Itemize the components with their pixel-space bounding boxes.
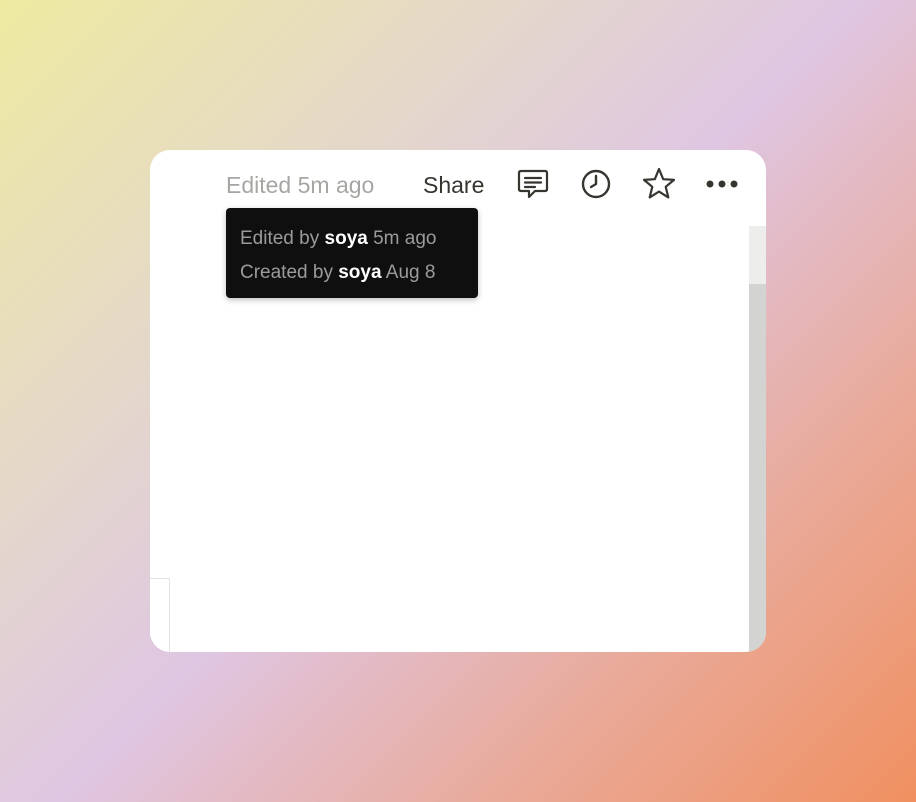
- share-button[interactable]: Share: [423, 172, 484, 199]
- edited-by-user: soya: [324, 228, 368, 249]
- updates-button[interactable]: [576, 164, 616, 204]
- edited-timestamp[interactable]: Edited 5m ago: [226, 172, 374, 199]
- edited-by-line: Edited by soya 5m ago: [240, 228, 436, 250]
- content-frame-edge: [150, 578, 170, 652]
- scrollbar-track[interactable]: [749, 226, 766, 652]
- created-by-prefix: Created by: [240, 262, 333, 283]
- edit-history-tooltip: Edited by soya 5m ago Created by soya Au…: [226, 208, 478, 298]
- clock-icon: [579, 167, 613, 201]
- star-icon: [641, 166, 677, 202]
- more-options-button[interactable]: [702, 164, 742, 204]
- scrollbar-thumb[interactable]: [749, 226, 766, 284]
- created-time: Aug 8: [385, 262, 436, 283]
- comment-icon: [516, 167, 550, 201]
- favorite-button[interactable]: [639, 164, 679, 204]
- more-icon: [704, 178, 740, 190]
- comments-button[interactable]: [513, 164, 553, 204]
- created-by-line: Created by soya Aug 8: [240, 262, 435, 284]
- created-by-user: soya: [338, 262, 382, 283]
- edited-time: 5m ago: [373, 228, 437, 249]
- edited-by-prefix: Edited by: [240, 228, 320, 249]
- app-window: Edited 5m ago Share Edited by soya 5m ag…: [150, 150, 766, 652]
